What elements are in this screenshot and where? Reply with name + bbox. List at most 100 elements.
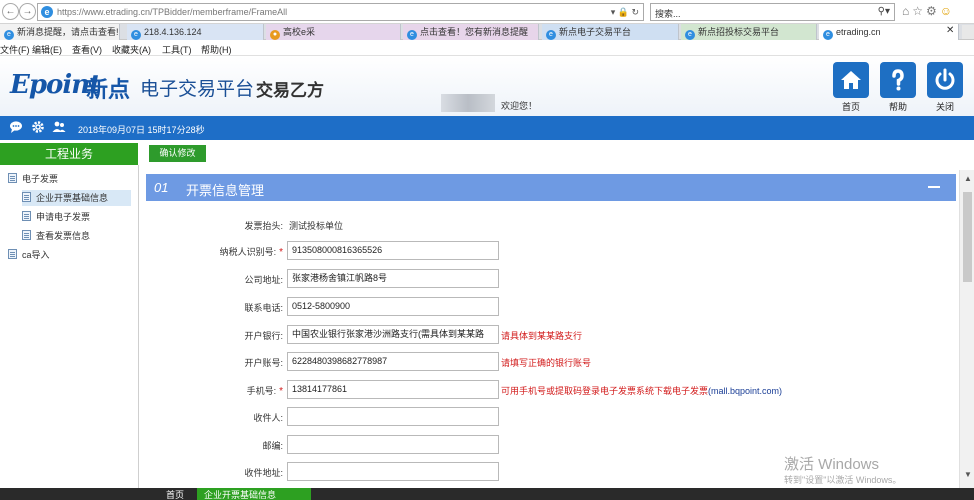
mail-address-label: 收件地址: [244,468,283,478]
panel-header: 01 开票信息管理 [146,174,956,201]
page-tab-invoice-basic-info[interactable]: 企业开票基础信息 [197,488,311,500]
feedback-smile-icon[interactable]: ☺ [940,4,955,18]
panel-number: 01 [154,180,169,195]
phone-label: 联系电话: [244,303,283,313]
orange-site-icon: ● [270,30,280,40]
account-hint: 请填写正确的银行账号 [501,358,592,368]
taxpayer-id-input[interactable]: 913508000816365526 [287,241,499,260]
document-icon [8,249,17,259]
postcode-label: 邮编: [262,441,283,451]
document-icon [22,230,31,240]
bank-input[interactable]: 中国农业银行张家港沙洲路支行(需具体到某某路 [287,325,499,344]
menu-edit[interactable]: 编辑(E) [32,43,62,56]
home-browser-icon[interactable]: ⌂ [902,4,912,18]
browser-tab[interactable]: e 新消息提醒，请点击查看! [0,24,120,40]
menu-tools[interactable]: 工具(T) [162,43,192,56]
forward-icon[interactable]: → [19,3,36,20]
ie-icon: e [41,6,53,18]
content-scrollbar[interactable]: ▲ ▼ [959,170,974,488]
current-datetime: 2018年09月07日 15时17分28秒 [78,125,205,135]
company-address-label: 公司地址: [244,275,283,285]
platform-name: 电子交易平台 [140,79,255,100]
browser-tab[interactable]: e 点击查看！您有新消息提醒 [403,24,539,40]
home-button[interactable] [833,62,869,98]
settings-icon[interactable]: ⚙ [926,4,940,18]
scroll-thumb[interactable] [963,192,972,282]
avatar [441,94,495,112]
ie-icon: e [4,30,14,40]
receiver-input[interactable] [287,407,499,426]
browser-tab-active[interactable]: e etrading.cn [819,24,959,40]
confirm-modify-button[interactable]: 确认修改 [149,145,206,162]
invoice-title-value: 测试投标单位 [289,221,344,231]
sidebar-item-ca-import[interactable]: ca导入 [8,247,132,263]
sidebar-item-view-invoice[interactable]: 查看发票信息 [22,228,131,244]
users-icon[interactable] [52,120,66,134]
search-placeholder: 搜索... [655,9,681,19]
logo-xindian: 新点 [86,77,131,102]
windows-activation-hint: 转到"设置"以激活 Windows。 [784,475,902,485]
browser-address-bar: ← → e https://www.etrading.cn/TPBidder/m… [0,0,974,24]
ie-icon: e [131,30,141,40]
close-button-label: 关闭 [935,102,954,112]
document-icon [22,192,31,202]
gear-icon[interactable] [31,120,45,134]
account-label: 开户账号: [244,358,283,368]
menu-favorites[interactable]: 收藏夹(A) [112,43,151,56]
url-input[interactable]: e https://www.etrading.cn/TPBidder/membe… [37,3,644,21]
browser-menu-bar: 文件(F) 编辑(E) 查看(V) 收藏夹(A) 工具(T) 帮助(H) [0,40,974,56]
sidebar-item-e-invoice[interactable]: 电子发票 [8,171,132,187]
menu-file[interactable]: 文件(F) [0,43,30,56]
document-icon [8,173,17,183]
main-toolbar: 确认修改 [139,141,974,165]
scroll-up-icon[interactable]: ▲ [964,174,972,183]
power-icon [935,68,955,90]
message-icon[interactable] [9,120,23,134]
scroll-down-icon[interactable]: ▼ [964,470,972,479]
browser-tab[interactable]: e 新点电子交易平台 [542,24,679,40]
favorites-icon[interactable]: ☆ [912,4,926,18]
home-button-label: 首页 [841,102,860,112]
role-name: 交易乙方 [256,81,324,100]
collapse-icon[interactable] [928,186,940,188]
page-tab-strip: 首页 企业开票基础信息 [0,488,974,500]
required-mark: * [279,386,283,397]
document-icon [22,211,31,221]
help-button[interactable] [880,62,916,98]
menu-view[interactable]: 查看(V) [72,43,102,56]
mobile-input[interactable]: 13814177861 [287,380,499,399]
ie-icon: e [685,30,695,40]
mail-address-input[interactable] [287,462,499,481]
lock-refresh-icon[interactable]: ▾ 🔒 ↻ [611,7,639,18]
close-tab-icon[interactable]: ✕ [946,25,954,36]
browser-tab-bar: e 新消息提醒，请点击查看! e 218.4.136.124 ● 高校e采 e 点击查看… [0,24,974,40]
browser-search-input[interactable]: 搜索... ⚲▾ [650,3,895,21]
sidebar-item-apply-invoice[interactable]: 申请电子发票 [22,209,131,225]
postcode-input[interactable] [287,435,499,454]
page-tab-home[interactable]: 首页 [158,488,192,500]
back-icon[interactable]: ← [2,3,19,20]
ie-icon: e [546,30,556,40]
new-tab-button[interactable] [962,25,974,39]
phone-input[interactable]: 0512-5800900 [287,297,499,316]
menu-help[interactable]: 帮助(H) [201,43,232,56]
url-text: https://www.etrading.cn/TPBidder/memberf… [57,7,288,17]
bank-label: 开户银行: [244,331,283,341]
browser-tab[interactable]: ● 高校e采 [266,24,401,40]
help-button-label: 帮助 [888,102,907,112]
invoice-title-label: 发票抬头: [244,221,283,231]
account-input[interactable]: 6228480398682778987 [287,352,499,371]
ie-icon: e [407,30,417,40]
mobile-hint: 可用手机号或提取码登录电子发票系统下载电子发票(mall.bqpoint.com… [501,386,783,396]
home-icon [841,71,861,89]
search-icon[interactable]: ⚲▾ [878,6,890,17]
close-button[interactable] [927,62,963,98]
mobile-label: 手机号: * [246,386,283,397]
help-icon [892,69,904,91]
sidebar-item-invoice-basic-info[interactable]: 企业开票基础信息 [22,190,131,206]
company-address-input[interactable]: 张家港杨舍镇江帆路8号 [287,269,499,288]
browser-tab[interactable]: e 218.4.136.124 [127,24,264,40]
browser-tab[interactable]: e 新点招投标交易平台 [681,24,817,40]
mall-link[interactable]: (mall.bqpoint.com) [708,386,782,396]
browser-toolbar-icons: ⌂☆⚙☺ [902,4,955,18]
